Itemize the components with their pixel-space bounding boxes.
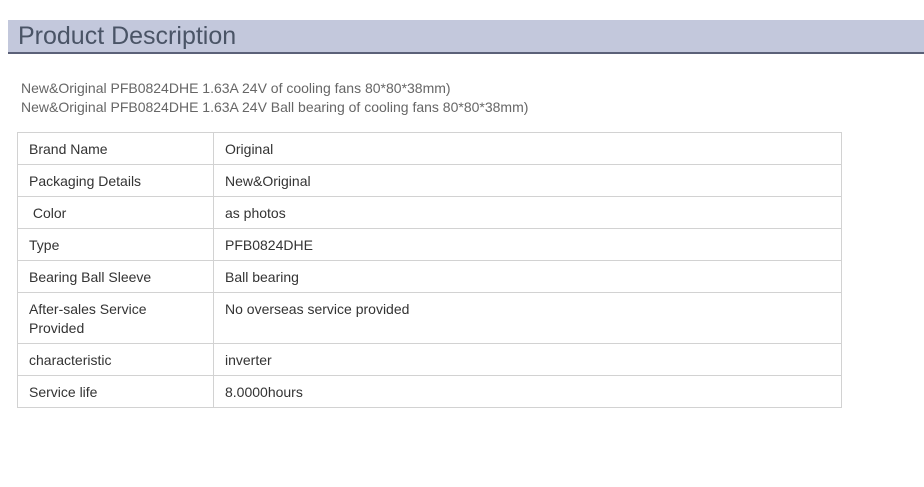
spec-value: PFB0824DHE [225, 237, 313, 253]
section-header: Product Description [8, 20, 924, 54]
spec-label: Packaging Details [29, 173, 142, 189]
spec-row-characteristic: characteristic inverter [17, 343, 842, 376]
spec-value: inverter [225, 352, 272, 368]
spec-value-cell: PFB0824DHE [213, 228, 842, 261]
spec-table: Brand Name Original Packaging Details Ne… [17, 132, 842, 408]
spec-value-cell: 8.0000hours [213, 375, 842, 408]
spec-label: Type [29, 237, 60, 253]
spec-label: Color [29, 205, 67, 221]
spec-value: Original [225, 141, 274, 157]
spec-row-color: Color as photos [17, 196, 842, 229]
intro-line: New&Original PFB0824DHE 1.63A 24V Ball b… [21, 99, 529, 115]
spec-value-cell: New&Original [213, 164, 842, 197]
intro-line: New&Original PFB0824DHE 1.63A 24V of coo… [21, 80, 451, 96]
spec-label: Brand Name [29, 141, 108, 157]
spec-value-cell: Ball bearing [213, 260, 842, 293]
spec-row-brand-name: Brand Name Original [17, 132, 842, 165]
spec-label: After-sales Service Provided [29, 301, 147, 336]
product-intro: New&Original PFB0824DHE 1.63A 24V of coo… [21, 79, 528, 117]
spec-label-cell: Service life [17, 375, 214, 408]
spec-row-packaging-details: Packaging Details New&Original [17, 164, 842, 197]
spec-value: as photos [225, 205, 286, 221]
spec-label-cell: characteristic [17, 343, 214, 376]
section-title: Product Description [18, 22, 237, 50]
spec-row-after-sales: After-sales Service Provided No overseas… [17, 292, 842, 344]
product-description-page: Product Description New&Original PFB0824… [0, 0, 924, 487]
spec-label-cell: After-sales Service Provided [17, 292, 214, 344]
spec-label-cell: Packaging Details [17, 164, 214, 197]
spec-value-cell: as photos [213, 196, 842, 229]
spec-label-cell: Brand Name [17, 132, 214, 165]
spec-value: Ball bearing [225, 269, 299, 285]
spec-label-cell: Bearing Ball Sleeve [17, 260, 214, 293]
spec-row-bearing: Bearing Ball Sleeve Ball bearing [17, 260, 842, 293]
spec-label-cell: Color [17, 196, 214, 229]
spec-value-cell: Original [213, 132, 842, 165]
spec-value: No overseas service provided [225, 301, 410, 317]
spec-row-service-life: Service life 8.0000hours [17, 375, 842, 408]
spec-label: characteristic [29, 352, 112, 368]
spec-value-cell: inverter [213, 343, 842, 376]
spec-value: New&Original [225, 173, 311, 189]
spec-label: Bearing Ball Sleeve [29, 269, 152, 285]
spec-label-cell: Type [17, 228, 214, 261]
spec-value-cell: No overseas service provided [213, 292, 842, 344]
spec-label: Service life [29, 384, 98, 400]
spec-value: 8.0000hours [225, 384, 303, 400]
spec-row-type: Type PFB0824DHE [17, 228, 842, 261]
